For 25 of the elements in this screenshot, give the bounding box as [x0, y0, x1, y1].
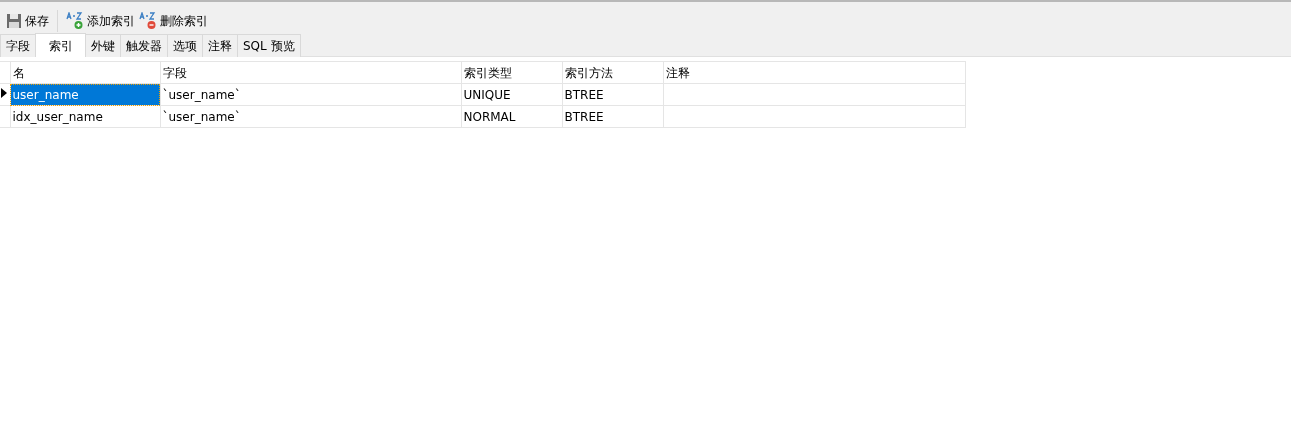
column-header: 索引方法: [562, 61, 663, 84]
sort-add-icon: [66, 11, 84, 30]
table-cell: UNIQUE: [461, 83, 562, 106]
table-cell: BTREE: [562, 105, 663, 128]
table-cell: `user_name`: [160, 83, 461, 106]
column-header: 索引类型: [461, 61, 562, 84]
tab[interactable]: 索引: [35, 33, 86, 57]
table-cell: `user_name`: [160, 105, 461, 128]
sort-remove-icon: [139, 11, 157, 30]
column-header: 名: [10, 61, 160, 84]
tab[interactable]: 注释: [202, 34, 238, 57]
table-cell: user_name: [10, 83, 160, 106]
add-button[interactable]: 添加索引: [64, 9, 137, 32]
save-button[interactable]: 保存: [4, 9, 51, 32]
tab[interactable]: 选项: [167, 34, 203, 57]
tab[interactable]: 外键: [85, 34, 121, 57]
tab[interactable]: 触发器: [120, 34, 168, 57]
table-cell: NORMAL: [461, 105, 562, 128]
column-header: 字段: [160, 61, 461, 84]
delete-button[interactable]: 删除索引: [137, 9, 210, 32]
column-header: 注释: [663, 61, 965, 84]
table-cell: idx_user_name: [10, 105, 160, 128]
tab[interactable]: 字段: [0, 34, 36, 57]
tab[interactable]: SQL 预览: [237, 34, 301, 57]
table-cell: BTREE: [562, 83, 663, 106]
